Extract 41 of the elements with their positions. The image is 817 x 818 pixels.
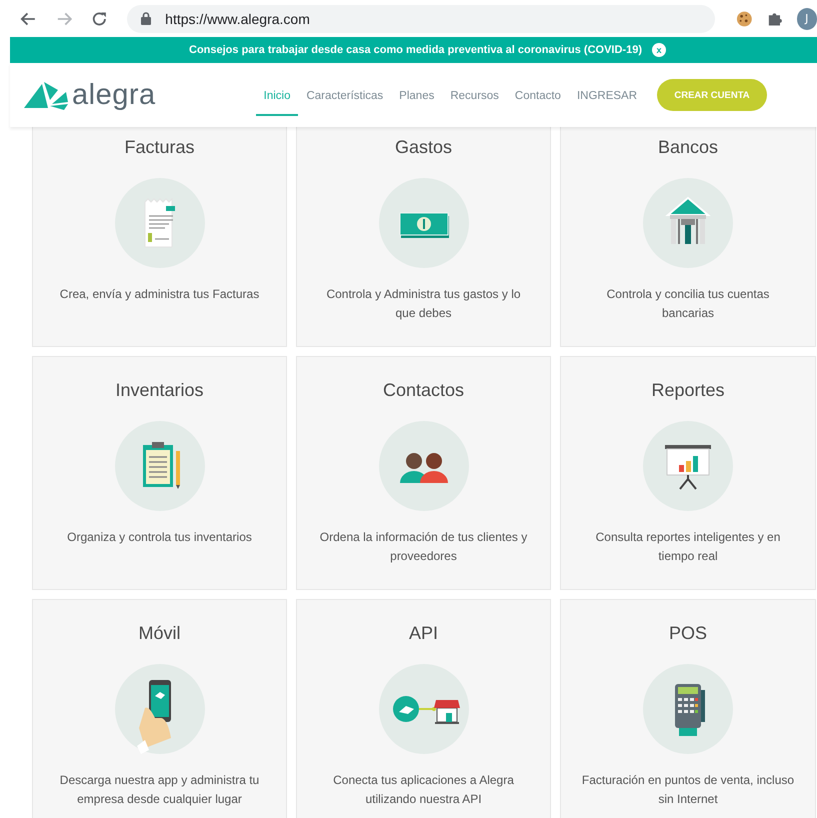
address-bar[interactable]: https://www.alegra.com: [127, 4, 716, 32]
card-description: Ordena la información de tus clientes y proveedores: [318, 529, 528, 565]
logo-text[interactable]: alegra: [72, 78, 156, 112]
close-button[interactable]: x: [652, 43, 666, 57]
nav-link[interactable]: INGRESAR: [568, 78, 646, 116]
card-title: Bancos: [658, 136, 718, 158]
card-title: Facturas: [124, 136, 195, 158]
card-description: Descarga nuestra app y administra tu empresa desde cualquier lugar: [58, 772, 260, 808]
reload-icon[interactable]: [91, 10, 108, 28]
lock-icon: [141, 12, 152, 25]
card-title: Contactos: [382, 379, 464, 401]
card-description: Conecta tus aplicaciones a Alegra utilizando nuestra API: [332, 772, 515, 808]
card-title: Inventarios: [115, 379, 204, 401]
card-title: POS: [668, 622, 707, 644]
clipboard-icon: [114, 421, 204, 511]
nav-link[interactable]: Inicio: [256, 78, 298, 116]
banknote-icon: [378, 178, 468, 268]
people-icon: [378, 421, 468, 511]
card-title: Reportes: [651, 379, 725, 401]
card-title: API: [408, 622, 438, 644]
nav-link[interactable]: Planes: [391, 78, 442, 116]
card-description: Facturación en puntos de venta, incluso sin Internet: [581, 772, 795, 808]
card-title: Gastos: [394, 136, 452, 158]
card-description: Crea, envía y administra tus Facturas: [60, 286, 260, 303]
phone-in-hand-icon: [114, 664, 204, 754]
bank-icon: [643, 178, 733, 268]
card-terminal-icon: [643, 664, 733, 754]
profile-avatar[interactable]: J: [796, 8, 817, 30]
presentation-chart-icon: [643, 421, 733, 511]
card-title: Móvil: [138, 622, 180, 644]
receipt-icon: [114, 178, 204, 268]
banner-text[interactable]: Consejos para trabajar desde casa como medida preventiva al coronavirus (COVID-19): [189, 44, 642, 56]
cookie-icon[interactable]: [736, 10, 753, 28]
card-description: Consulta reportes inteligentes y en tiempo real: [594, 529, 782, 565]
url-text: https://www.alegra.com: [165, 10, 310, 26]
card-description: Organiza y controla tus inventarios: [67, 529, 252, 546]
card-description: Controla y concilia tus cuentas bancarias: [606, 286, 770, 322]
nav-link[interactable]: Contacto: [506, 78, 569, 116]
card-description: Controla y Administra tus gastos y lo que debes: [325, 286, 522, 322]
nav-link[interactable]: Características: [298, 78, 392, 116]
nav-link[interactable]: Recursos: [442, 78, 507, 116]
